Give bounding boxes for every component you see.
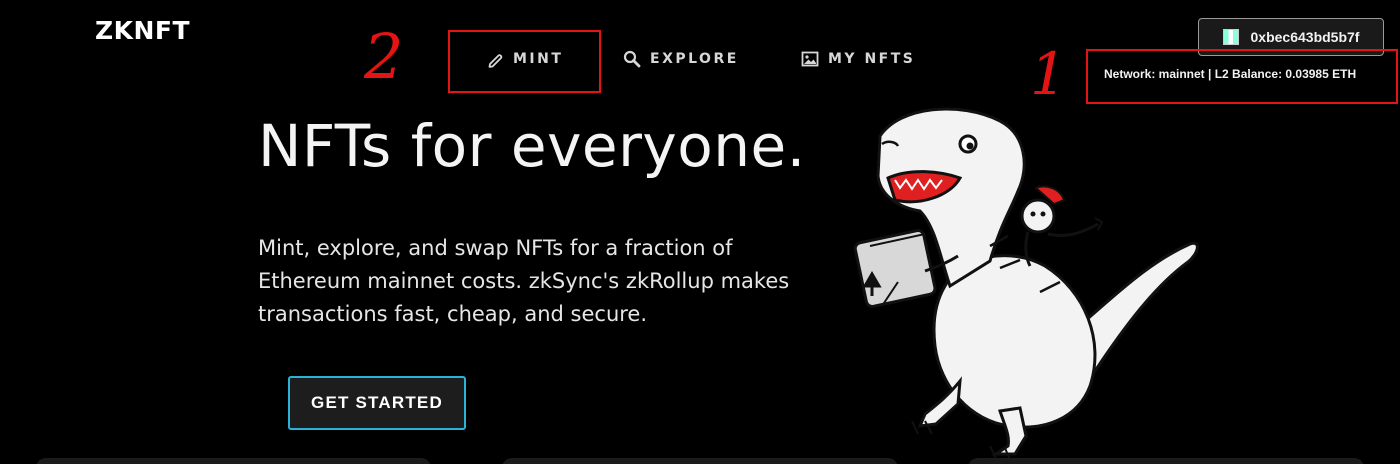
logo[interactable]: ZKNFT <box>95 16 190 45</box>
wallet-address: 0xbec643bd5b7f <box>1250 29 1360 45</box>
annotation-box-mint <box>448 30 601 93</box>
card-edge <box>502 458 898 464</box>
hero-description: Mint, explore, and swap NFTs for a fract… <box>258 236 790 326</box>
annotation-number-2: 2 <box>364 20 404 93</box>
search-icon <box>623 50 641 68</box>
card-edge <box>36 458 431 464</box>
nav-my-nfts-label: MY NFTS <box>828 51 916 67</box>
wallet-avatar-icon <box>1222 29 1239 45</box>
card-edge <box>968 458 1364 464</box>
landing-page: ZKNFT MINT EXPLORE MY NFTS 0xbec643bd5b7… <box>0 0 1400 464</box>
nav-explore-label: EXPLORE <box>650 51 739 67</box>
dinosaur-illustration <box>853 107 1199 461</box>
get-started-button[interactable]: GET STARTED <box>288 376 466 430</box>
nav-my-nfts[interactable]: MY NFTS <box>801 50 915 68</box>
hero-title: NFTs for everyone. <box>258 112 806 180</box>
gallery-icon <box>801 50 819 68</box>
nav-explore[interactable]: EXPLORE <box>623 50 739 68</box>
